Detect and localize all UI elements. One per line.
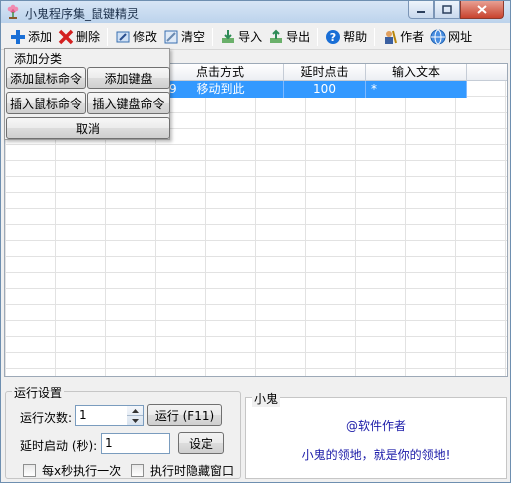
delete-x-icon bbox=[58, 29, 74, 44]
delete-label: 删除 bbox=[76, 30, 101, 44]
website-label: 网址 bbox=[448, 30, 473, 44]
delay-start-input[interactable]: 1 bbox=[101, 433, 170, 454]
add-category-popup: 添加分类 添加鼠标命令 添加键盘 插入鼠标命令 插入键盘命令 取消 bbox=[4, 48, 170, 140]
title-bar[interactable]: 小鬼程序集_鼠键精灵 bbox=[1, 1, 510, 23]
run-count-input[interactable]: 1 bbox=[75, 405, 128, 426]
edit-icon bbox=[116, 31, 130, 42]
set-button[interactable]: 设定 bbox=[178, 432, 224, 454]
website-button[interactable]: 网址 bbox=[427, 26, 475, 48]
svg-text:?: ? bbox=[330, 31, 336, 44]
toolbar-separator bbox=[212, 27, 214, 46]
column-header-input-text[interactable]: 输入文本 bbox=[366, 64, 467, 81]
globe-icon bbox=[430, 29, 446, 44]
window-title: 小鬼程序集_鼠键精灵 bbox=[25, 7, 140, 21]
close-button[interactable] bbox=[460, 1, 504, 19]
add-button[interactable]: 添加 bbox=[7, 26, 55, 48]
main-window: 小鬼程序集_鼠键精灵 添加 删除 修改 清空 导入 导出 ? 帮助 作者 网址 … bbox=[0, 0, 511, 483]
clear-label: 清空 bbox=[181, 30, 206, 44]
minimize-icon bbox=[417, 10, 425, 13]
every-second-label: 每x秒执行一次 bbox=[42, 464, 122, 478]
run-count-label: 运行次数: bbox=[20, 411, 73, 425]
author-icon bbox=[385, 30, 398, 44]
maximize-icon bbox=[442, 5, 452, 14]
every-second-checkbox[interactable]: 每x秒执行一次 bbox=[23, 462, 121, 479]
cell-click-mode: 移动到此 bbox=[157, 81, 284, 98]
run-count-spinner[interactable] bbox=[127, 405, 144, 426]
cell-input-text: * bbox=[366, 81, 467, 98]
delete-button[interactable]: 删除 bbox=[55, 26, 103, 48]
checkbox-square[interactable] bbox=[23, 464, 36, 477]
spin-up-button[interactable] bbox=[127, 406, 143, 416]
import-label: 导入 bbox=[238, 30, 263, 44]
author-label: 作者 bbox=[400, 30, 425, 44]
add-mouse-command-button[interactable]: 添加鼠标命令 bbox=[6, 67, 86, 89]
import-button[interactable]: 导入 bbox=[217, 26, 265, 48]
checkbox-square[interactable] bbox=[131, 464, 144, 477]
help-label: 帮助 bbox=[343, 30, 368, 44]
delay-start-label: 延时启动 (秒): bbox=[20, 439, 98, 453]
close-icon bbox=[477, 5, 487, 14]
hide-window-label: 执行时隐藏窗口 bbox=[150, 464, 235, 478]
minimize-button[interactable] bbox=[408, 1, 434, 19]
author-button[interactable]: 作者 bbox=[379, 26, 427, 48]
toolbar: 添加 删除 修改 清空 导入 导出 ? 帮助 作者 网址 bbox=[1, 24, 510, 50]
help-icon: ? bbox=[326, 29, 341, 44]
edit-button[interactable]: 修改 bbox=[112, 26, 160, 48]
clear-button[interactable]: 清空 bbox=[160, 26, 208, 48]
import-icon bbox=[222, 29, 235, 43]
export-button[interactable]: 导出 bbox=[265, 26, 313, 48]
run-button[interactable]: 运行 (F11) bbox=[147, 404, 222, 426]
toolbar-separator bbox=[374, 27, 376, 46]
column-header-click-mode[interactable]: 点击方式 bbox=[157, 64, 284, 81]
arrow-up-icon bbox=[131, 408, 139, 413]
info-legend: 小鬼 bbox=[252, 390, 281, 407]
export-icon bbox=[270, 29, 283, 43]
run-settings-group: 运行设置 运行次数: 1 运行 (F11) 延时启动 (秒): 1 设定 每x秒… bbox=[5, 384, 241, 479]
arrow-down-icon bbox=[131, 419, 139, 423]
clear-icon bbox=[164, 30, 178, 43]
add-label: 添加 bbox=[28, 30, 53, 44]
help-button[interactable]: ? 帮助 bbox=[322, 26, 370, 48]
slogan-text: 小鬼的领地，就是你的领地! bbox=[301, 448, 451, 462]
add-keyboard-button[interactable]: 添加键盘 bbox=[87, 67, 170, 89]
author-text: @软件作者 bbox=[345, 419, 406, 433]
export-label: 导出 bbox=[286, 30, 311, 44]
maximize-button[interactable] bbox=[434, 1, 460, 19]
run-settings-legend: 运行设置 bbox=[12, 384, 65, 401]
column-header-delay[interactable]: 延时点击 bbox=[284, 64, 366, 81]
toolbar-separator bbox=[317, 27, 319, 46]
cell-delay: 100 bbox=[284, 81, 366, 98]
cancel-button[interactable]: 取消 bbox=[6, 117, 170, 139]
info-panel: 小鬼 @软件作者 小鬼的领地，就是你的领地! bbox=[245, 390, 507, 479]
plus-icon bbox=[11, 29, 25, 44]
edit-label: 修改 bbox=[133, 30, 158, 44]
insert-mouse-command-button[interactable]: 插入鼠标命令 bbox=[6, 92, 86, 114]
popup-legend: 添加分类 bbox=[13, 50, 64, 67]
hide-window-checkbox[interactable]: 执行时隐藏窗口 bbox=[131, 462, 234, 479]
app-flower-icon bbox=[7, 4, 19, 19]
spin-down-button[interactable] bbox=[127, 416, 143, 426]
toolbar-separator bbox=[107, 27, 109, 46]
insert-keyboard-command-button[interactable]: 插入键盘命令 bbox=[87, 92, 170, 114]
